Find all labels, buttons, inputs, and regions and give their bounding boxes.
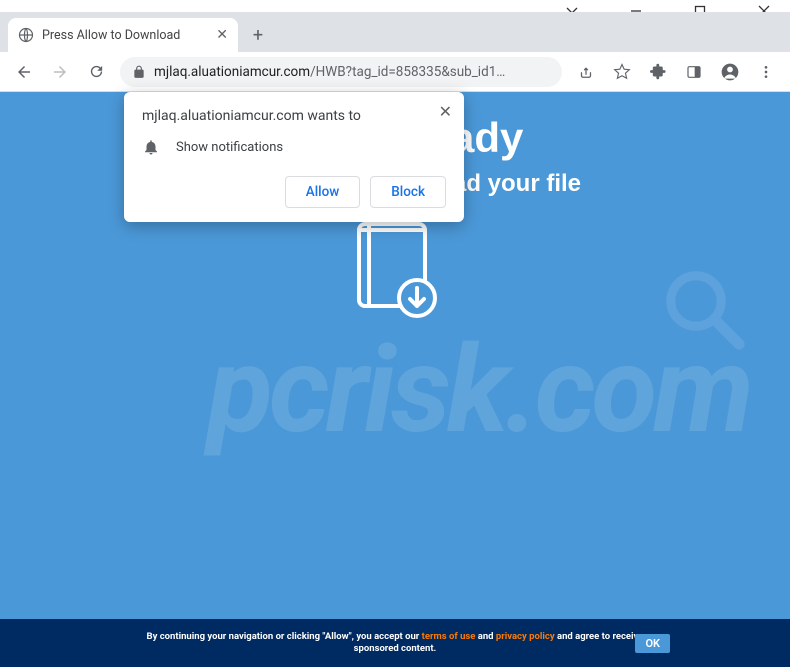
prompt-origin: mjlaq.aluationiamcur.com wants to [142, 108, 446, 124]
tab-strip: Press Allow to Download ✕ + [0, 12, 790, 52]
lock-icon [132, 65, 146, 79]
block-button[interactable]: Block [370, 176, 446, 208]
extensions-icon[interactable] [642, 56, 674, 88]
footer-text: By continuing your navigation or clickin… [130, 631, 660, 656]
watermark-magnifier-icon [660, 265, 750, 355]
download-book-icon [345, 216, 445, 326]
allow-button[interactable]: Allow [285, 176, 361, 208]
window-titlebar [0, 0, 790, 12]
share-icon[interactable] [570, 56, 602, 88]
notification-prompt: ✕ mjlaq.aluationiamcur.com wants to Show… [124, 92, 464, 222]
bell-icon [142, 138, 160, 156]
browser-toolbar: mjlaq.aluationiamcur.com/HWB?tag_id=8583… [0, 52, 790, 92]
reload-button[interactable] [80, 56, 112, 88]
sidepanel-icon[interactable] [678, 56, 710, 88]
profile-icon[interactable] [714, 56, 746, 88]
terms-link[interactable]: terms of use [422, 631, 476, 642]
watermark-text: pcrisk.com [208, 321, 750, 461]
back-button[interactable] [8, 56, 40, 88]
prompt-close-icon[interactable]: ✕ [439, 102, 452, 121]
new-tab-button[interactable]: + [244, 21, 272, 49]
forward-button[interactable] [44, 56, 76, 88]
url-path: /HWB?tag_id=858335&sub_id1… [310, 64, 505, 80]
menu-icon[interactable] [750, 56, 782, 88]
tab-title: Press Allow to Download [42, 28, 180, 43]
privacy-link[interactable]: privacy policy [496, 631, 555, 642]
prompt-permission-label: Show notifications [176, 140, 283, 155]
globe-icon [18, 27, 34, 43]
cookie-footer: By continuing your navigation or clickin… [0, 619, 790, 667]
footer-prefix: By continuing your navigation or clickin… [147, 631, 422, 642]
browser-tab[interactable]: Press Allow to Download ✕ [8, 18, 238, 52]
url-host: mjlaq.aluationiamcur.com [154, 64, 310, 80]
address-bar[interactable]: mjlaq.aluationiamcur.com/HWB?tag_id=8583… [120, 57, 562, 87]
tab-close-icon[interactable]: ✕ [216, 27, 228, 43]
bookmark-star-icon[interactable] [606, 56, 638, 88]
footer-and: and [475, 631, 495, 642]
footer-ok-button[interactable]: OK [635, 634, 670, 653]
